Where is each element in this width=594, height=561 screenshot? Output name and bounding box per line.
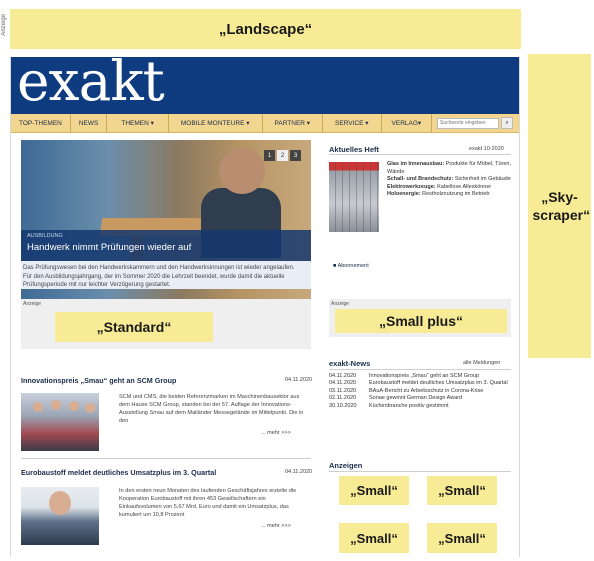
anzeigen-heading: Anzeigen — [329, 461, 363, 470]
news-list-heading: exakt-News — [329, 359, 371, 368]
heft-item: Schall- und Brandschutz: Sicherheit im G… — [387, 176, 513, 184]
website-frame: exakt TOP-THEMEN NEWS THEMEN ▾ MOBILE MO… — [10, 51, 520, 557]
heft-item: Glas im Innenausbau: Produkte für Möbel,… — [387, 161, 513, 176]
ad-small-label: „Small“ — [438, 483, 486, 498]
ad-landscape-label: „Landscape“ — [218, 20, 313, 38]
heft-heading: Aktuelles Heft — [329, 145, 380, 154]
hero-kicker: AUSBILDUNG — [27, 233, 63, 239]
search-input[interactable] — [437, 117, 499, 129]
list-item[interactable]: 04.11.2020 Eurobaustoff meldet deutliches… — [329, 380, 511, 387]
news-title: Küchenbranche positiv gestimmt — [369, 402, 449, 409]
nav-item-partner[interactable]: PARTNER ▾ — [263, 114, 324, 132]
news-title: Eurobaustoff meldet deutliches Umsatzplu… — [369, 380, 508, 387]
anzeigen-divider — [329, 471, 511, 472]
article-date: 04.11.2020 — [285, 469, 313, 475]
list-item[interactable]: 30.10.2020 Küchenbranche positiv gestimmt — [329, 403, 511, 410]
hero-image-person-head — [219, 148, 265, 194]
heft-item-bold: Glas im Innenausbau: — [387, 161, 445, 167]
ad-landscape[interactable]: „Landscape“ — [10, 9, 521, 49]
hero-pager: 1 2 3 — [264, 150, 301, 161]
heft-item-bold: Holoenergie: — [387, 191, 421, 198]
square-bullet-icon: ■ — [333, 263, 337, 269]
article-image-person — [33, 402, 43, 412]
main-navigation: TOP-THEMEN NEWS THEMEN ▾ MOBILE MONTEURE… — [11, 114, 519, 133]
news-title: Innovationspreis „Smau“ geht an SCM Grou… — [369, 373, 480, 379]
ad-small-2[interactable]: „Small“ — [427, 476, 497, 505]
heft-abo-label: Abonnement — [337, 263, 369, 269]
article-date: 04.11.2020 — [285, 377, 313, 383]
nav-item-verlag[interactable]: VERLAG▾ — [382, 114, 433, 132]
ad-small-1[interactable]: „Small“ — [339, 476, 409, 505]
hero-caption: AUSBILDUNG Handwerk nimmt Prüfungen wied… — [21, 230, 311, 262]
heft-item: Elektrowerkzeuge: Kabellose Alleskönner — [387, 184, 513, 192]
ad-skyscraper-label: „Sky-scraper“ — [532, 189, 591, 223]
article-teaser: SCM und CMS, die beiden Referenzmarken i… — [119, 394, 304, 424]
news-date: 02.11.2020 — [329, 395, 357, 402]
heft-divider — [329, 154, 511, 155]
nav-item-top-themen[interactable]: TOP-THEMEN — [11, 114, 71, 132]
site-header: exakt — [11, 51, 519, 114]
search-icon[interactable]: ⌕ — [501, 117, 513, 129]
ad-standard-label: „Standard“ — [96, 319, 172, 335]
heft-item-bold: Schall- und Brandschutz: — [387, 176, 454, 183]
heft-issue: exakt 10-2020 — [469, 146, 504, 152]
heft-cover-overlay — [329, 162, 379, 232]
search-box: ⌕ — [437, 117, 513, 129]
article-image-person — [49, 491, 71, 515]
news-list-divider — [329, 369, 511, 370]
ad-small-plus-container: Anzeige „Small plus“ — [329, 299, 511, 337]
ad-small-plus[interactable]: „Small plus“ — [335, 309, 507, 333]
hero-title[interactable]: Handwerk nimmt Prüfungen wieder auf — [27, 242, 191, 253]
article-divider — [21, 458, 311, 459]
article-image-person — [51, 400, 61, 410]
hero-pager-1[interactable]: 1 — [264, 150, 275, 161]
nav-item-mobile-monteure[interactable]: MOBILE MONTEURE ▾ — [169, 114, 263, 132]
ad-skyscraper[interactable]: „Sky-scraper“ — [528, 54, 591, 358]
hero-slider[interactable]: 1 2 3 AUSBILDUNG Handwerk nimmt Prüfunge… — [21, 140, 311, 320]
news-list: 04.11.2020 Innovationspreis „Smau“ geht a… — [329, 373, 511, 410]
article-more-link[interactable]: ... mehr >>> — [261, 430, 291, 436]
nav-item-service[interactable]: SERVICE ▾ — [323, 114, 382, 132]
ad-small-4[interactable]: „Small“ — [427, 523, 497, 553]
ad-standard-anzeige-label: Anzeige — [23, 301, 42, 307]
news-date: 04.11.2020 — [329, 380, 357, 387]
article-image-person — [85, 403, 95, 413]
heft-item: Holoenergie: Restholznutzung im Betrieb — [387, 191, 513, 199]
list-item[interactable]: 03.11.2020 BAuA-Bericht zu Arbeitsschutz … — [329, 388, 511, 395]
heft-item-text: Restholznutzung im Betrieb — [420, 191, 490, 198]
nav-item-news[interactable]: NEWS — [71, 114, 108, 132]
article-more-link[interactable]: ... mehr >>> — [261, 523, 291, 529]
ad-small-label: „Small“ — [438, 530, 486, 546]
heft-abo-link[interactable]: ■ Abonnement — [333, 263, 369, 269]
ad-standard[interactable]: „Standard“ — [55, 312, 213, 342]
ad-small-plus-anzeige-label: Anzeige — [331, 301, 350, 307]
news-date: 04.11.2020 — [329, 373, 357, 379]
site-logo[interactable]: exakt — [17, 51, 165, 111]
news-title: Sonae gewinnt German Design Award — [369, 395, 463, 402]
hero-pager-2[interactable]: 2 — [277, 150, 288, 161]
ad-standard-container: Anzeige „Standard“ — [21, 299, 311, 349]
news-list-all-link[interactable]: alle Meldungen — [463, 360, 500, 366]
article-title[interactable]: Innovationspreis „Smau“ geht an SCM Grou… — [21, 376, 176, 385]
heft-contents: Glas im Innenausbau: Produkte für Möbel,… — [387, 161, 513, 199]
article-teaser: In den ersten neun Monaten des laufenden… — [119, 488, 297, 518]
ad-small-3[interactable]: „Small“ — [339, 523, 409, 553]
news-title: BAuA-Bericht zu Arbeitsschutz in Corona-… — [369, 387, 484, 394]
list-item[interactable]: 02.11.2020 Sonae gewinnt German Design Aw… — [329, 395, 511, 402]
hero-pager-3[interactable]: 3 — [290, 150, 301, 161]
ad-small-plus-label: „Small plus“ — [378, 313, 464, 329]
article-title[interactable]: Eurobaustoff meldet deutliches Umsatzplu… — [21, 468, 216, 477]
ad-vertical-label: Anzeige — [1, 14, 7, 36]
ad-small-label: „Small“ — [350, 530, 398, 546]
nav-item-themen[interactable]: THEMEN ▾ — [107, 114, 169, 132]
news-date: 30.10.2020 — [329, 402, 357, 409]
heft-item-text: Kabellose Alleskönner — [435, 183, 492, 190]
heft-item-bold: Elektrowerkzeuge: — [387, 183, 436, 190]
news-date: 03.11.2020 — [329, 387, 357, 394]
article-image-person — [69, 401, 79, 411]
hero-teaser: Das Prüfungswesen bei den Handwerkskamme… — [23, 265, 295, 288]
ad-small-label: „Small“ — [350, 483, 398, 498]
list-item[interactable]: 04.11.2020 Innovationspreis „Smau“ geht a… — [329, 373, 511, 380]
heft-item-text: Sicherheit im Gebäude — [453, 176, 511, 183]
